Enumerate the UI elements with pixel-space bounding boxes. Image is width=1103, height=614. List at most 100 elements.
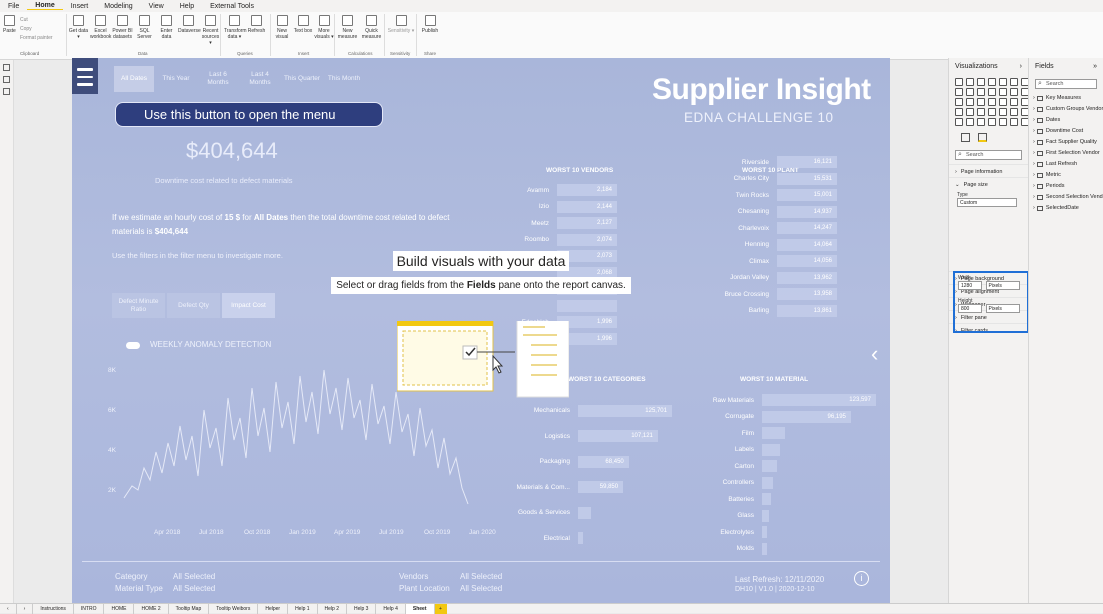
field-table-item[interactable]: › Last Refresh — [1029, 159, 1103, 170]
refresh-button[interactable]: Refresh — [246, 15, 267, 34]
page-tab[interactable]: HOME — [104, 603, 135, 614]
visual-type-icon[interactable] — [1010, 88, 1018, 96]
visual-type-icon[interactable] — [955, 88, 963, 96]
copy-button[interactable]: Copy — [20, 25, 53, 34]
visual-type-icon[interactable] — [977, 98, 985, 106]
visual-type-icon[interactable] — [955, 118, 963, 126]
expand-pane-icon[interactable]: » — [1093, 63, 1097, 70]
field-table-item[interactable]: › First Selection Vendor — [1029, 148, 1103, 159]
visual-type-icon[interactable] — [988, 108, 996, 116]
visual-type-icon[interactable] — [1010, 98, 1018, 106]
page-tab[interactable]: Help 2 — [318, 603, 347, 614]
visual-type-icon[interactable] — [966, 118, 974, 126]
visual-type-icon[interactable] — [977, 88, 985, 96]
visual-type-icon[interactable] — [977, 108, 985, 116]
section-page-information[interactable]: Page information — [949, 164, 1028, 177]
page-tab[interactable]: Tooltip Map — [169, 603, 210, 614]
menu-view[interactable]: View — [141, 3, 172, 10]
date-tab[interactable]: All Dates — [114, 66, 154, 92]
field-table-item[interactable]: › Key Measures — [1029, 93, 1103, 104]
field-table-item[interactable]: › Second Selection Vendor — [1029, 192, 1103, 203]
type-dropdown[interactable]: Custom — [957, 198, 1017, 207]
hamburger-menu-button[interactable] — [72, 58, 98, 94]
data-view-icon[interactable] — [3, 76, 10, 83]
visual-type-icon[interactable] — [955, 98, 963, 106]
visual-type-icon[interactable] — [988, 78, 996, 86]
text-box-button[interactable]: Text box — [293, 15, 313, 34]
quick-measure-button[interactable]: Quick measure — [360, 15, 383, 40]
visual-type-icon[interactable] — [999, 78, 1007, 86]
table-button[interactable]: Enter data — [156, 15, 177, 40]
page-tab[interactable]: Help 4 — [376, 603, 406, 614]
field-table-item[interactable]: › Dates — [1029, 115, 1103, 126]
collapse-pane-icon[interactable]: › — [1020, 63, 1022, 70]
sensitivity-button[interactable]: Sensitivity ▾ — [387, 15, 415, 34]
width-unit-dropdown[interactable]: Pixels — [985, 281, 1020, 290]
date-tab[interactable]: This Year — [156, 66, 196, 92]
format-painter-button[interactable]: Format painter — [20, 34, 53, 43]
visual-type-icon[interactable] — [999, 108, 1007, 116]
date-tab[interactable]: Last 4 Months — [240, 66, 280, 92]
fields-search-input[interactable]: Search — [1035, 79, 1097, 89]
publish-button[interactable]: Publish — [419, 15, 441, 34]
visual-type-icon[interactable] — [999, 88, 1007, 96]
visual-type-icon[interactable] — [988, 98, 996, 106]
excel-button[interactable]: Excel workbook — [90, 15, 111, 40]
page-tab[interactable]: Sheet — [405, 603, 435, 614]
page-tab[interactable]: HOME 2 — [134, 603, 169, 614]
section-page-size[interactable]: Page size — [949, 177, 1028, 190]
field-table-item[interactable]: › Custom Groups Vendor — [1029, 104, 1103, 115]
field-table-item[interactable]: › Downtime Cost — [1029, 126, 1103, 137]
info-icon[interactable]: i — [854, 571, 869, 586]
segment-defect-minute-ratio[interactable]: Defect Minute Ratio — [112, 293, 165, 318]
visual-type-icon[interactable] — [1010, 78, 1018, 86]
cut-button[interactable]: Cut — [20, 16, 53, 25]
tab-scroll-left-icon[interactable]: ‹ — [0, 603, 17, 614]
width-input[interactable]: 1280 — [958, 281, 982, 290]
more-visuals-button[interactable]: More visuals ▾ — [314, 15, 334, 40]
menu-external-tools[interactable]: External Tools — [202, 3, 262, 10]
menu-insert[interactable]: Insert — [63, 3, 97, 10]
visual-type-icon[interactable] — [955, 78, 963, 86]
menu-home[interactable]: Home — [27, 2, 63, 10]
height-unit-dropdown[interactable]: Pixels — [985, 304, 1020, 313]
database-button[interactable]: Get data ▾ — [68, 15, 89, 40]
visual-type-icon[interactable] — [966, 108, 974, 116]
transform-button[interactable]: Transform data ▾ — [224, 15, 247, 40]
visual-type-icon[interactable] — [966, 88, 974, 96]
visual-type-icon[interactable] — [1010, 108, 1018, 116]
height-input[interactable]: 800 — [958, 304, 982, 313]
menu-modeling[interactable]: Modeling — [96, 3, 140, 10]
menu-help[interactable]: Help — [172, 3, 202, 10]
menu-file[interactable]: File — [0, 3, 27, 10]
recent-sources-button[interactable]: Recent sources ▾ — [200, 15, 221, 46]
new-measure-button[interactable]: New measure — [336, 15, 359, 40]
field-table-item[interactable]: › SelectedDate — [1029, 203, 1103, 214]
field-table-item[interactable]: › Fact Supplier Quality — [1029, 137, 1103, 148]
page-tab[interactable]: INTRO — [74, 603, 105, 614]
date-tab[interactable]: Last 6 Months — [198, 66, 238, 92]
sql-server-button[interactable]: SQL Server — [134, 15, 155, 40]
paste-button[interactable]: Paste — [3, 15, 16, 34]
dataverse-button[interactable]: Dataverse — [178, 15, 201, 34]
chevron-left-icon[interactable]: ‹ — [871, 341, 878, 367]
segment-impact-cost[interactable]: Impact Cost — [222, 293, 275, 318]
add-page-icon[interactable]: + — [434, 603, 447, 614]
model-view-icon[interactable] — [3, 88, 10, 95]
segment-defect-qty[interactable]: Defect Qty — [167, 293, 220, 318]
visual-type-icon[interactable] — [966, 98, 974, 106]
visual-type-icon[interactable] — [1010, 118, 1018, 126]
date-tab[interactable]: This Quarter — [282, 66, 322, 92]
field-table-item[interactable]: › Periods — [1029, 181, 1103, 192]
report-view-icon[interactable] — [3, 64, 10, 71]
page-tab[interactable]: Help 3 — [347, 603, 377, 614]
visual-type-icon[interactable] — [955, 108, 963, 116]
visual-type-icon[interactable] — [988, 118, 996, 126]
date-tab[interactable]: This Month — [324, 66, 364, 92]
field-table-item[interactable]: › Metric — [1029, 170, 1103, 181]
new-visual-button[interactable]: New visual — [272, 15, 292, 40]
report-canvas[interactable]: All Dates This Year Last 6 Months Last 4 Mo… — [72, 58, 890, 603]
format-paint-roller-icon[interactable] — [978, 133, 987, 142]
page-tab[interactable]: Help 1 — [288, 603, 318, 614]
powerbi-dataset-button[interactable]: Power BI datasets — [112, 15, 133, 40]
